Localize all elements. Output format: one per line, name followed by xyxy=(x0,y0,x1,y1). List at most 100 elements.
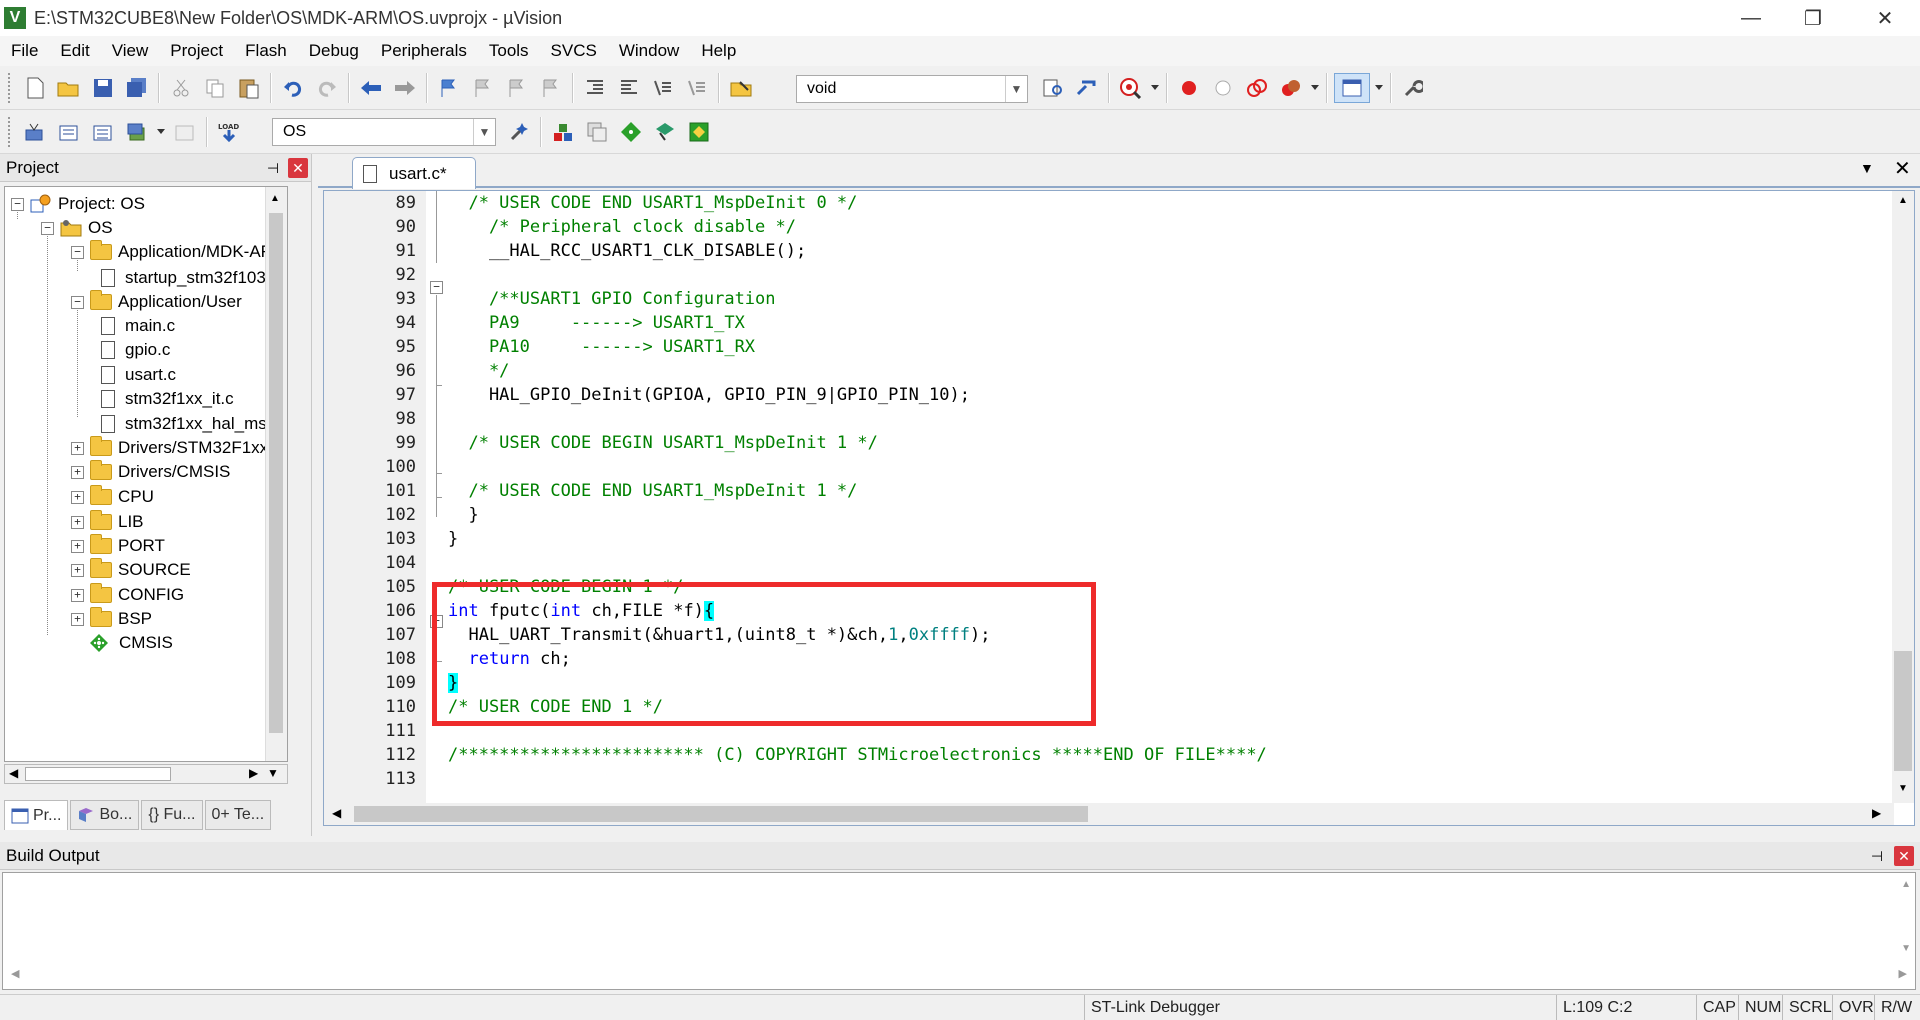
close-icon[interactable]: ✕ xyxy=(288,158,308,178)
chevron-down-icon[interactable] xyxy=(156,117,166,147)
close-icon[interactable]: ✕ xyxy=(1894,846,1914,866)
bookmark-icon[interactable] xyxy=(434,73,464,103)
clear-bookmarks-icon[interactable] xyxy=(536,73,566,103)
code-line[interactable]: PA10 ------> USART1_RX xyxy=(448,335,755,359)
kill-all-breakpoints-icon[interactable] xyxy=(1276,73,1306,103)
code-editor[interactable]: 89 90 91 92 93 94 95 96 97 98 99 100 101 102 103 104 105… xyxy=(323,190,1915,826)
scroll-up-icon[interactable]: ▲ xyxy=(270,193,280,204)
unindent-icon[interactable] xyxy=(614,73,644,103)
code-line[interactable]: } xyxy=(448,527,458,551)
scroll-up-icon[interactable]: ▲ xyxy=(1898,195,1908,206)
download-load-icon[interactable]: LOAD xyxy=(214,117,244,147)
editor-hscroll-thumb[interactable] xyxy=(354,806,1088,822)
indent-icon[interactable] xyxy=(580,73,610,103)
chevron-down-icon[interactable] xyxy=(1374,73,1384,103)
restore-button[interactable]: ❐ xyxy=(1782,0,1844,36)
redo-icon[interactable] xyxy=(312,73,342,103)
expand-icon[interactable]: + xyxy=(71,441,84,455)
insert-breakpoint-icon[interactable] xyxy=(1174,73,1204,103)
tree-hscroll-thumb[interactable] xyxy=(25,767,171,781)
expand-icon[interactable]: + xyxy=(71,612,84,626)
code-line[interactable]: /* USER CODE END USART1_MspDeInit 1 */ xyxy=(448,479,857,503)
navigate-back-icon[interactable] xyxy=(356,73,386,103)
uncomment-icon[interactable] xyxy=(682,73,712,103)
editor-horizontal-scrollbar[interactable]: ◀ ▶ xyxy=(324,803,1894,825)
tree-scroll-thumb[interactable] xyxy=(269,213,283,733)
menu-edit[interactable]: Edit xyxy=(49,36,100,66)
editor-vertical-scrollbar[interactable]: ▲ ▼ xyxy=(1892,191,1914,803)
run-time-environment-icon[interactable] xyxy=(684,117,714,147)
menu-project[interactable]: Project xyxy=(159,36,234,66)
chevron-down-icon[interactable] xyxy=(1150,73,1160,103)
collapse-icon[interactable]: − xyxy=(71,245,84,259)
code-line[interactable]: PA9 ------> USART1_TX xyxy=(448,311,745,335)
tab-books[interactable]: Bo... xyxy=(70,800,140,830)
toolbar-grip[interactable] xyxy=(8,73,12,103)
tab-functions[interactable]: {} Fu... xyxy=(141,800,203,830)
code-line[interactable]: /************************ (C) COPYRIGHT … xyxy=(448,743,1267,767)
code-line[interactable]: /* Peripheral clock disable */ xyxy=(448,215,796,239)
menu-debug[interactable]: Debug xyxy=(298,36,370,66)
expand-icon[interactable]: + xyxy=(71,563,84,577)
file-extensions-icon[interactable] xyxy=(582,117,612,147)
collapse-icon[interactable]: − xyxy=(41,221,54,235)
chevron-down-icon[interactable]: ▼ xyxy=(473,119,495,145)
tree-vertical-scrollbar[interactable]: ▲ xyxy=(265,187,287,761)
pack-installer-icon[interactable] xyxy=(616,117,646,147)
save-icon[interactable] xyxy=(88,73,118,103)
manage-components-icon[interactable] xyxy=(548,117,578,147)
cut-icon[interactable] xyxy=(166,73,196,103)
tab-usart-c[interactable]: usart.c* xyxy=(352,157,476,189)
toolbar-grip[interactable] xyxy=(8,117,12,147)
tree-horizontal-scrollbar[interactable]: ◀ ▶ ▼ xyxy=(4,764,288,784)
collapse-icon[interactable]: − xyxy=(71,295,84,309)
menu-help[interactable]: Help xyxy=(690,36,747,66)
tab-templates[interactable]: 0+ Te... xyxy=(204,800,272,830)
disable-all-breakpoints-icon[interactable] xyxy=(1242,73,1272,103)
code-line[interactable]: */ xyxy=(448,359,509,383)
menu-flash[interactable]: Flash xyxy=(234,36,298,66)
scroll-right-icon[interactable]: ▶ xyxy=(1872,806,1881,820)
disable-breakpoint-icon[interactable] xyxy=(1208,73,1238,103)
expand-icon[interactable]: + xyxy=(71,465,84,479)
expand-icon[interactable]: + xyxy=(71,490,84,504)
close-tab-icon[interactable]: ✕ xyxy=(1894,156,1911,181)
expand-icon[interactable]: + xyxy=(71,588,84,602)
comment-icon[interactable] xyxy=(648,73,678,103)
menu-file[interactable]: File xyxy=(0,36,49,66)
scroll-down-icon[interactable]: ▼ xyxy=(1901,943,1911,954)
minimize-button[interactable]: — xyxy=(1720,0,1782,36)
tab-list-dropdown-icon[interactable]: ▼ xyxy=(1860,160,1874,176)
scroll-down-icon[interactable]: ▼ xyxy=(1898,783,1908,794)
chevron-down-icon[interactable] xyxy=(1310,73,1320,103)
rebuild-icon[interactable] xyxy=(88,117,118,147)
close-window-button[interactable]: ✕ xyxy=(1854,0,1916,36)
navigate-forward-icon[interactable] xyxy=(390,73,420,103)
scroll-left-icon[interactable]: ◀ xyxy=(332,806,341,820)
menu-view[interactable]: View xyxy=(101,36,160,66)
find-replace-icon[interactable] xyxy=(1072,73,1102,103)
stop-build-icon[interactable] xyxy=(170,117,200,147)
next-bookmark-icon[interactable] xyxy=(502,73,532,103)
select-software-packs-icon[interactable] xyxy=(650,117,680,147)
undo-icon[interactable] xyxy=(278,73,308,103)
code-line[interactable]: HAL_GPIO_DeInit(GPIOA, GPIO_PIN_9|GPIO_P… xyxy=(448,383,970,407)
build-icon[interactable] xyxy=(54,117,84,147)
scroll-right-icon[interactable]: ▶ xyxy=(1899,967,1907,980)
menu-svcs[interactable]: SVCS xyxy=(540,36,608,66)
tab-project[interactable]: Pr... xyxy=(4,800,69,830)
target-select[interactable]: OS ▼ xyxy=(272,118,496,146)
debug-session-icon[interactable] xyxy=(1116,73,1146,103)
batch-build-icon[interactable] xyxy=(122,117,152,147)
scroll-left-icon[interactable]: ◀ xyxy=(11,967,19,980)
expand-icon[interactable]: + xyxy=(71,539,84,553)
chevron-down-icon[interactable]: ▼ xyxy=(1005,76,1027,102)
copy-icon[interactable] xyxy=(200,73,230,103)
scroll-left-icon[interactable]: ◀ xyxy=(9,766,18,780)
previous-bookmark-icon[interactable] xyxy=(468,73,498,103)
menu-window[interactable]: Window xyxy=(608,36,690,66)
menu-peripherals[interactable]: Peripherals xyxy=(370,36,478,66)
open-file-icon[interactable] xyxy=(54,73,84,103)
pin-icon[interactable]: ⊣ xyxy=(264,159,282,177)
find-in-files-icon[interactable] xyxy=(726,73,756,103)
